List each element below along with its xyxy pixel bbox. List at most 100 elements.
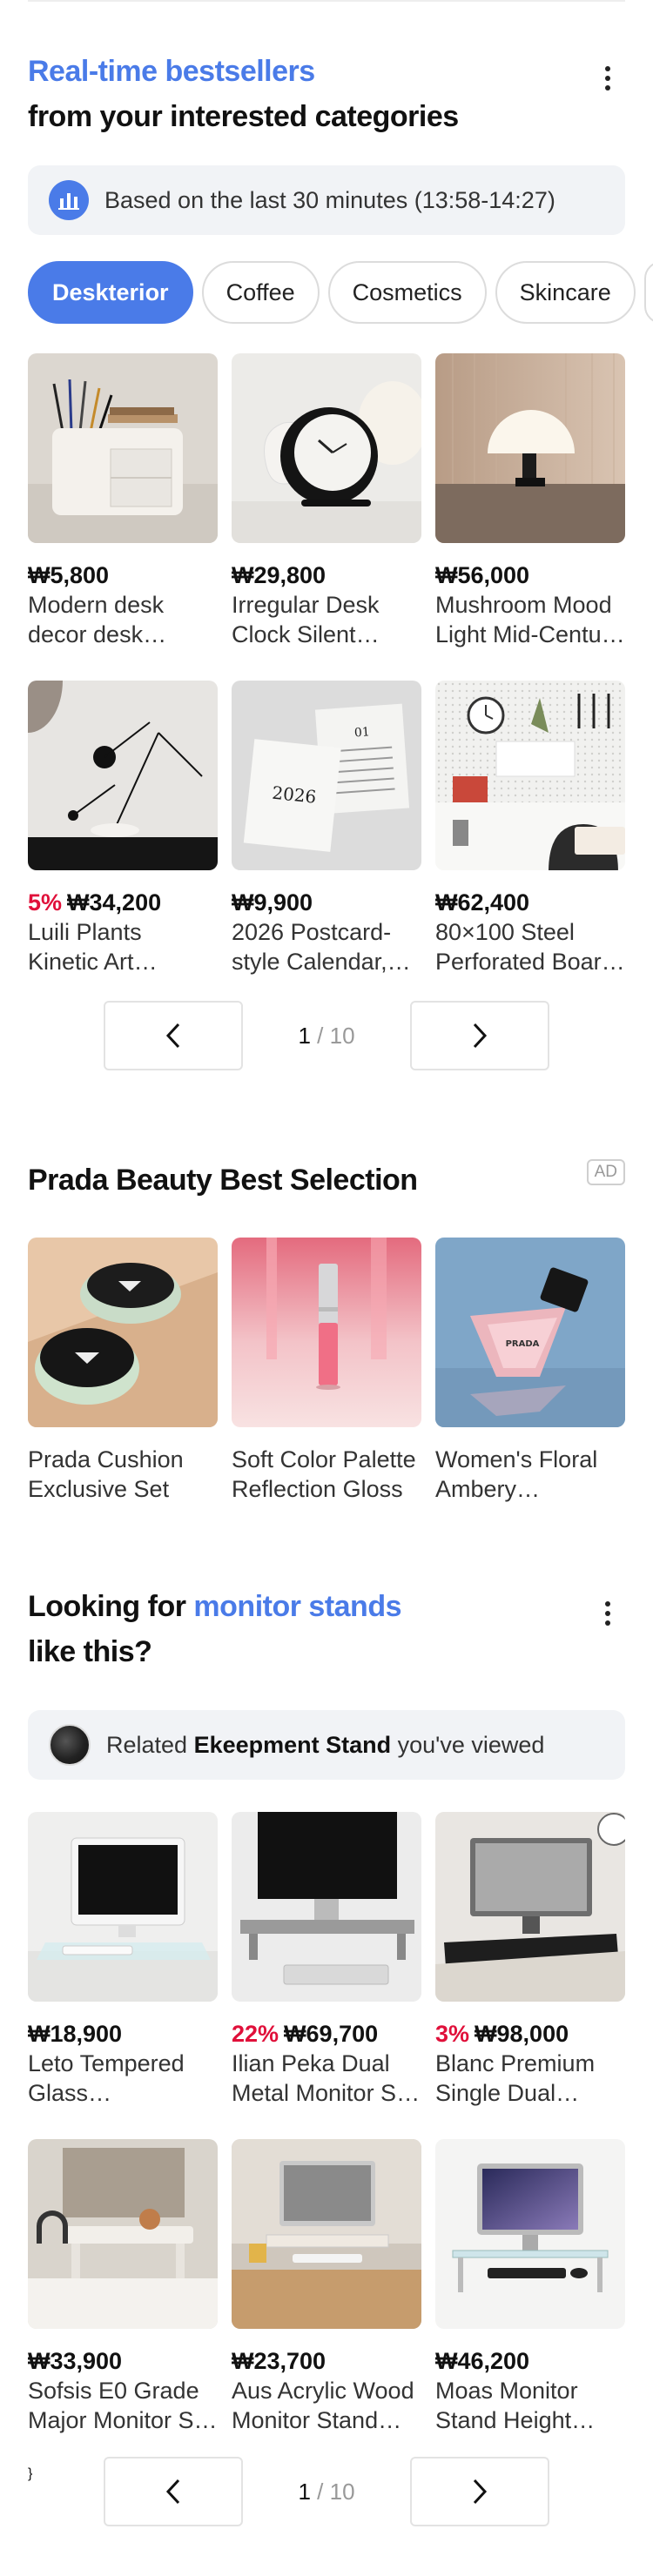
product-name: Sofsis E0 Grade Major Monitor S… — [28, 2378, 218, 2433]
monitor-grid: ₩18,900 Leto Tempered Glass Computer… 22… — [28, 1812, 625, 2482]
price-value: ₩33,900 — [28, 2348, 123, 2374]
discount-rate: 22% — [232, 2021, 279, 2047]
more-options-icon[interactable] — [590, 61, 625, 96]
price-value: ₩98,000 — [475, 2021, 569, 2047]
bottle-brand-text: PRADA — [506, 1339, 540, 1349]
product-image — [435, 353, 625, 543]
discount-rate: 5% — [28, 889, 63, 916]
product-card[interactable]: ₩29,800 Irregular Desk Clock Silent Mini… — [232, 353, 421, 649]
chip-skincare[interactable]: Skincare — [495, 261, 636, 324]
page-current: 1 — [298, 2478, 311, 2505]
product-image: PRADA — [435, 1238, 625, 1427]
title-prefix: Looking for — [28, 1590, 194, 1623]
monitor-stands-section: Looking for monitor stands like this? Re… — [28, 1584, 625, 2576]
product-name: Modern desk decor desk orga… — [28, 592, 165, 647]
product-price: ₩5,800 — [28, 560, 218, 590]
product-image — [232, 1812, 421, 2002]
ad-badge: AD — [586, 1159, 625, 1185]
product-price: 3% ₩98,000 — [435, 2019, 625, 2049]
product-price: 22% ₩69,700 — [232, 2019, 421, 2049]
page-indicator: 1 / 10 — [243, 1001, 410, 1070]
product-card[interactable]: ₩18,900 Leto Tempered Glass Computer… — [28, 1812, 218, 2108]
page-current: 1 — [298, 1022, 311, 1049]
product-card[interactable]: ₩46,200 Moas Monitor Stand Height Ad… — [435, 2139, 625, 2435]
price-value: ₩23,700 — [232, 2348, 326, 2374]
ad-product-card[interactable]: Soft Color Palette Reflection Gloss — [232, 1238, 421, 1504]
bestsellers-pager: 1 / 10 — [104, 1001, 549, 1070]
product-card[interactable]: ₩23,700 Aus Acrylic Wood Monitor Stand H… — [232, 2139, 421, 2435]
chip-deskterior[interactable]: Deskterior — [28, 261, 193, 324]
title-line2: like this? — [28, 1635, 152, 1668]
product-card[interactable]: ₩5,800 Modern desk decor desk orga… — [28, 353, 218, 649]
viewed-product-thumbnail — [49, 1724, 91, 1766]
ad-product-card[interactable]: Prada Cushion Exclusive Set — [28, 1238, 218, 1504]
price-value: ₩46,200 — [435, 2348, 530, 2374]
product-card[interactable]: ₩33,900 Sofsis E0 Grade Major Monitor S… — [28, 2139, 218, 2435]
calendar-day: 01 — [353, 725, 370, 740]
monitor-section-title: Looking for monitor stands like this? — [28, 1584, 401, 1674]
category-chips: Deskterior Coffee Cosmetics Skincare — [28, 261, 653, 324]
chip-coffee[interactable]: Coffee — [201, 261, 320, 324]
product-image — [28, 353, 218, 543]
related-text: Related Ekeepment Stand you've viewed — [106, 1732, 544, 1759]
product-name: 2026 Postcard-style Calendar,… — [232, 919, 411, 975]
product-price: ₩9,900 — [232, 888, 421, 917]
product-image — [232, 2139, 421, 2329]
prada-section-title: Prada Beauty Best Selection — [28, 1164, 418, 1197]
product-card[interactable]: 3%₩98,000 Blanc Premium Single Dual Trip… — [435, 1812, 625, 2108]
chip-more[interactable] — [643, 261, 653, 324]
next-page-button[interactable] — [410, 1001, 549, 1070]
price-value: ₩56,000 — [435, 562, 530, 588]
product-name: Leto Tempered Glass Computer… — [28, 2050, 185, 2106]
product-card[interactable]: 5%₩34,200 Luili Plants Kinetic Art Senti… — [28, 681, 218, 976]
realtime-info-box: Based on the last 30 minutes (13:58-14:2… — [28, 165, 625, 235]
discount-rate: 3% — [435, 2021, 470, 2047]
price-value: ₩5,800 — [28, 562, 110, 588]
price-value: ₩34,200 — [67, 889, 162, 916]
product-name: Soft Color Palette Reflection Gloss — [232, 1446, 416, 1502]
chevron-left-icon — [165, 2479, 180, 2505]
product-name: Moas Monitor Stand Height Ad… — [435, 2378, 578, 2433]
realtime-info-text: Based on the last 30 minutes (13:58-14:2… — [104, 186, 555, 213]
product-image: 01 2026 — [232, 681, 421, 870]
product-name: 80×100 Steel Perforated Boar… — [435, 919, 625, 975]
product-image — [435, 2139, 625, 2329]
chevron-right-icon — [473, 1023, 488, 1049]
product-price: ₩18,900 — [28, 2019, 218, 2049]
product-image — [28, 1238, 218, 1427]
monitor-pager: 1 / 10 — [104, 2457, 549, 2526]
price-value: ₩69,700 — [284, 2021, 379, 2047]
price-value: ₩62,400 — [435, 889, 530, 916]
prev-page-button[interactable] — [104, 2457, 243, 2526]
title-accent: monitor stands — [193, 1590, 401, 1623]
chevron-left-icon — [165, 1023, 180, 1049]
product-image — [232, 1238, 421, 1427]
price-value: ₩9,900 — [232, 889, 313, 916]
product-price: ₩33,900 — [28, 2346, 218, 2376]
product-card[interactable]: ₩62,400 80×100 Steel Perforated Boar… — [435, 681, 625, 976]
product-card[interactable]: ₩56,000 Mushroom Mood Light Mid-Centu… — [435, 353, 625, 649]
product-name: Mushroom Mood Light Mid-Centu… — [435, 592, 625, 647]
related-prefix: Related — [106, 1731, 194, 1758]
bestsellers-title-line2: from your interested categories — [28, 100, 459, 133]
product-card[interactable]: 22% ₩69,700 Ilian Peka Dual Metal Monitor… — [232, 1812, 421, 2108]
product-name: Aus Acrylic Wood Monitor Stand H… — [232, 2378, 414, 2433]
product-price: ₩23,700 — [232, 2346, 421, 2376]
product-name: Prada Cushion Exclusive Set — [28, 1446, 184, 1502]
product-image — [28, 1812, 218, 2002]
bar-chart-icon — [49, 180, 89, 220]
page-separator: / — [317, 2478, 324, 2505]
product-name: Irregular Desk Clock Silent Mini… — [232, 592, 380, 647]
chip-cosmetics[interactable]: Cosmetics — [327, 261, 487, 324]
page-separator: / — [317, 1022, 324, 1049]
more-options-icon[interactable] — [590, 1596, 625, 1631]
ad-product-card[interactable]: PRADA Women's Floral Ambery Fragrance — [435, 1238, 625, 1504]
product-name: Women's Floral Ambery Fragrance — [435, 1446, 598, 1502]
product-name: Ilian Peka Dual Metal Monitor S… — [232, 2050, 421, 2106]
product-card[interactable]: 01 2026 ₩9,900 2026 Postcard-style Calen… — [232, 681, 421, 976]
next-page-button[interactable] — [410, 2457, 549, 2526]
bestsellers-title: Real-time bestsellers from your interest… — [28, 49, 459, 139]
related-viewed-box: Related Ekeepment Stand you've viewed — [28, 1710, 625, 1780]
product-image — [28, 681, 218, 870]
prev-page-button[interactable] — [104, 1001, 243, 1070]
